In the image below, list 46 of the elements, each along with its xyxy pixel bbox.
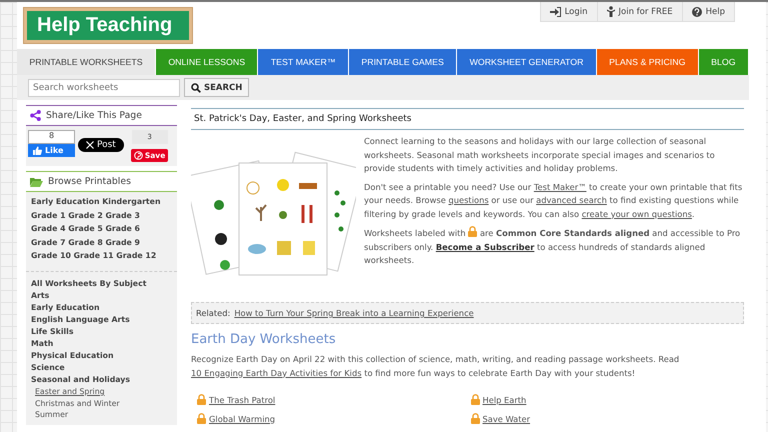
section-heading: Earth Day Worksheets: [191, 332, 337, 347]
related-label: Related:: [196, 308, 230, 318]
search-field[interactable]: Search worksheets: [28, 78, 180, 96]
subscribe-link[interactable]: Become a Subscriber: [436, 242, 534, 252]
panel-title: Browse Printables: [48, 176, 131, 187]
text-link[interactable]: advanced search: [536, 195, 607, 205]
login-icon: [550, 6, 561, 16]
nav-tab[interactable]: TEST MAKER™: [258, 49, 350, 75]
nav-tab[interactable]: PRINTABLE WORKSHEETS: [17, 49, 156, 75]
thumbs-up-icon: [33, 146, 42, 155]
top-link[interactable]: Login: [540, 2, 597, 21]
x-logo-icon: [86, 141, 94, 149]
page-title: St. Patrick's Day, Easter, and Spring Worksheets: [191, 108, 744, 130]
panel-title: Share/Like This Page: [46, 110, 142, 121]
pin-icon: [134, 151, 143, 160]
search-icon: [191, 82, 201, 92]
folder-icon: [30, 176, 43, 186]
nav-tab[interactable]: BLOG: [698, 49, 749, 75]
help-icon: [692, 6, 702, 16]
lock-icon: [468, 226, 478, 237]
worksheet-link[interactable]: Help Earth: [482, 394, 526, 404]
section-paragraph: Recognize Earth Day on April 22 with this collection of science, math, writing, and reading passage worksheets. Read 10 Engaging Earth Day Activities for Kids to find more fun ways to celebrate Earth Day with your students!: [191, 353, 680, 380]
text-link[interactable]: Test Maker™: [534, 182, 586, 192]
worksheet-link[interactable]: Save Water: [482, 414, 530, 424]
text-link[interactable]: 10 Engaging Earth Day Activities for Kids: [191, 368, 362, 378]
text-link[interactable]: questions: [448, 195, 489, 205]
intro-paragraph: Don't see a printable you need? Use our Test Maker™ to create your own printable that fits your needs. Browse questions or use our advanced search to find existing questions while filtering by grade levels and keywords. You can also create your own questions.: [364, 180, 744, 221]
intro-paragraph: Worksheets labeled with are Common Core Standards aligned and accessible to Pro subscribers only. Become a Subscriber to access hundreds of standards aligned worksheets.: [364, 226, 742, 267]
like-count: 8: [28, 130, 75, 144]
text-link[interactable]: create your own questions: [582, 208, 692, 218]
post-button[interactable]: Post: [78, 138, 124, 152]
share-icon: [30, 110, 41, 121]
nav-tab[interactable]: WORKSHEET GENERATOR: [457, 49, 597, 75]
nav-tab[interactable]: ONLINE LESSONS: [156, 49, 258, 75]
search-button[interactable]: SEARCH: [184, 78, 250, 97]
top-link[interactable]: Help: [682, 2, 734, 21]
like-widget[interactable]: 8 Like: [28, 130, 75, 157]
like-button[interactable]: Like: [28, 144, 75, 157]
logo[interactable]: Help Teaching: [24, 8, 192, 43]
person-icon: [606, 6, 615, 17]
nav-tab[interactable]: PRINTABLE GAMES: [349, 49, 458, 75]
worksheet-link[interactable]: Global Warming: [209, 414, 276, 424]
related-link[interactable]: How to Turn Your Spring Break into a Learning Experience: [234, 308, 474, 318]
worksheet-link[interactable]: The Trash Patrol: [209, 394, 276, 404]
top-link[interactable]: Join for FREE: [596, 2, 682, 21]
intro-paragraph: Connect learning to the seasons and holidays with our large collection of seasonal worksheets. Seasonal math worksheets incorporate special images and scenarios to provide students with timely activities and holiday problems.: [364, 135, 716, 175]
